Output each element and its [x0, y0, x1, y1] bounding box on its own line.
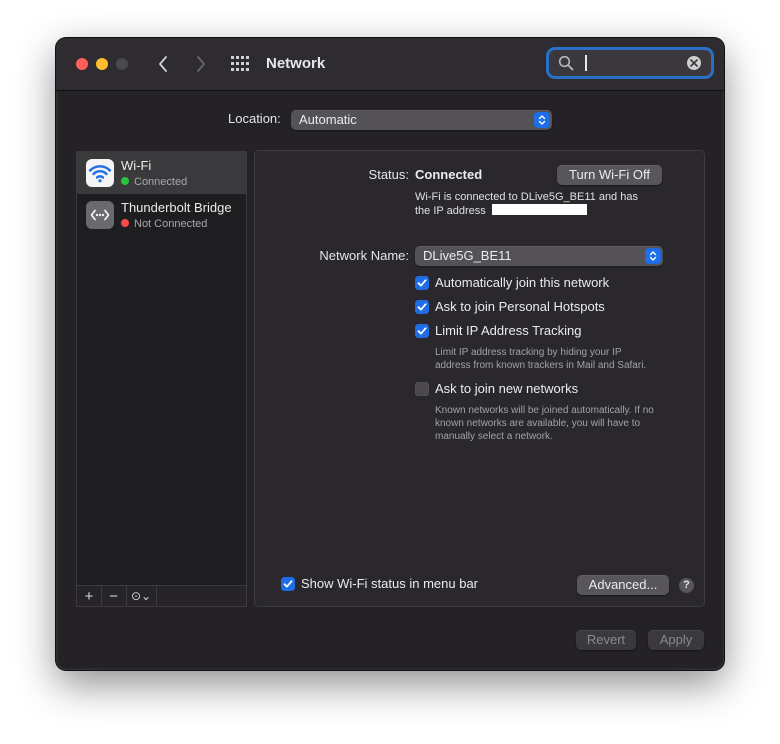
status-dot-icon — [121, 177, 129, 185]
show-wifi-menubar-checkbox[interactable] — [281, 577, 295, 591]
title-bar: Network — [56, 38, 724, 91]
network-name-value: DLive5G_BE11 — [423, 248, 512, 263]
personal-hotspots-label: Ask to join Personal Hotspots — [435, 299, 605, 314]
service-status: Connected — [121, 176, 187, 188]
personal-hotspots-checkbox[interactable] — [415, 300, 429, 314]
checkmark-icon — [417, 279, 427, 287]
thunderbolt-bridge-icon — [86, 201, 114, 229]
service-name: Thunderbolt Bridge — [121, 200, 232, 215]
service-status-text: Connected — [134, 176, 188, 188]
status-value: Connected — [415, 167, 483, 182]
status-description: Wi-Fi is connected to DLive5G_BE11 and h… — [415, 191, 638, 203]
updown-chevron-icon — [534, 112, 550, 128]
zoom-button[interactable] — [116, 58, 128, 70]
turn-wifi-off-button[interactable]: Turn Wi-Fi Off — [557, 165, 662, 185]
ask-new-networks-checkbox[interactable] — [415, 382, 429, 396]
auto-join-label: Automatically join this network — [435, 275, 610, 290]
limit-ip-tracking-hint: Limit IP address tracking by hiding your… — [435, 347, 622, 358]
window-title: Network — [266, 55, 326, 72]
help-button[interactable]: ? — [679, 578, 694, 593]
forward-button[interactable] — [190, 52, 212, 76]
wifi-detail-panel: Status: Connected Turn Wi-Fi Off Wi-Fi i… — [254, 150, 705, 607]
status-label: Status: — [368, 167, 409, 182]
advanced-button[interactable]: Advanced... — [577, 575, 669, 595]
remove-service-button[interactable]: − — [101, 586, 127, 606]
limit-ip-tracking-hint: address from known trackers in Mail and … — [435, 360, 647, 371]
checkmark-icon — [417, 327, 427, 335]
service-status-text: Not Connected — [134, 218, 208, 230]
ask-new-networks-hint: Known networks will be joined automatica… — [435, 405, 654, 416]
ask-new-networks-hint: manually select a network. — [435, 431, 553, 442]
apply-button[interactable]: Apply — [648, 630, 704, 650]
service-list: Wi-Fi Connected Thunderbolt Bridge Not C… — [76, 151, 247, 607]
limit-ip-tracking-label: Limit IP Address Tracking — [435, 323, 582, 338]
add-service-button[interactable]: + — [77, 586, 102, 606]
service-item-wifi[interactable]: Wi-Fi Connected — [77, 152, 246, 194]
location-label: Location: — [228, 111, 281, 126]
status-dot-icon — [121, 219, 129, 227]
show-wifi-menubar-label: Show Wi-Fi status in menu bar — [301, 576, 479, 591]
service-status: Not Connected — [121, 218, 207, 230]
network-name-popup[interactable]: DLive5G_BE11 — [415, 246, 663, 266]
text-cursor — [585, 55, 587, 71]
close-button[interactable] — [76, 58, 88, 70]
checkmark-icon — [283, 580, 293, 588]
search-field[interactable] — [549, 50, 711, 76]
ip-address-redacted — [492, 204, 587, 215]
network-name-label: Network Name: — [319, 248, 409, 263]
chevron-left-icon — [159, 56, 167, 72]
checkmark-icon — [417, 303, 427, 311]
location-value: Automatic — [299, 112, 357, 127]
service-name: Wi-Fi — [121, 158, 152, 173]
service-item-thunderbolt-bridge[interactable]: Thunderbolt Bridge Not Connected — [77, 194, 246, 236]
location-popup[interactable]: Automatic — [291, 110, 552, 130]
chevron-right-icon — [197, 56, 205, 72]
back-button[interactable] — [152, 52, 174, 76]
clear-search-icon[interactable] — [687, 56, 701, 70]
auto-join-checkbox[interactable] — [415, 276, 429, 290]
grid-icon — [231, 56, 249, 71]
revert-button[interactable]: Revert — [576, 630, 636, 650]
status-description-ip: the IP address — [415, 205, 486, 217]
ask-new-networks-label: Ask to join new networks — [435, 381, 579, 396]
updown-chevron-icon — [645, 248, 661, 264]
network-preferences-window: Network Location: Automatic Wi-Fi Connec… — [56, 38, 724, 670]
limit-ip-tracking-checkbox[interactable] — [415, 324, 429, 338]
service-list-toolbar: + − ⊙⌄ — [76, 585, 247, 607]
show-all-button[interactable] — [230, 55, 250, 73]
wifi-icon — [86, 159, 114, 187]
action-menu-button[interactable]: ⊙⌄ — [126, 586, 157, 606]
search-icon — [558, 55, 574, 71]
ask-new-networks-hint: known networks are available, you will h… — [435, 418, 641, 429]
minimize-button[interactable] — [96, 58, 108, 70]
